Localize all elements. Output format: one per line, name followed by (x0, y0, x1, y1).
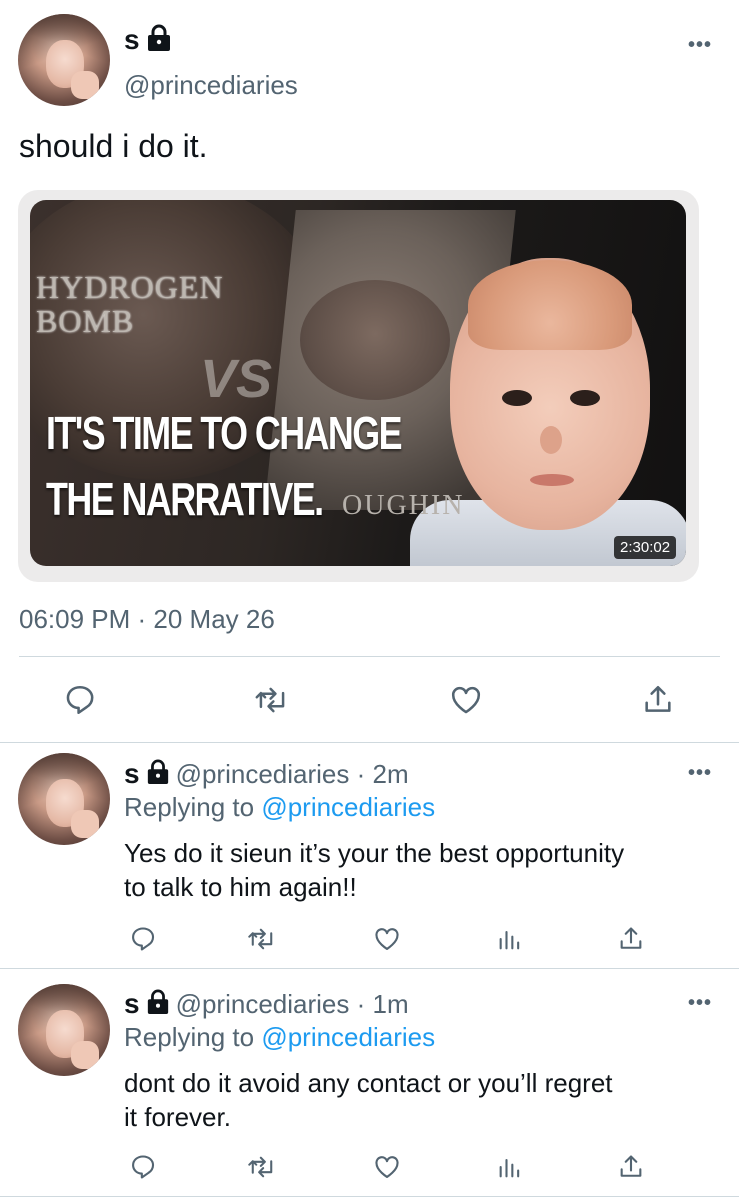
share-icon (620, 1155, 642, 1177)
avatar[interactable] (18, 753, 110, 845)
lock-icon (146, 24, 172, 57)
analytics-icon (499, 1158, 520, 1178)
share-button[interactable] (636, 678, 680, 722)
avatar[interactable] (18, 984, 110, 1076)
retweet-icon (248, 928, 273, 950)
replying-to-label: Replying to (124, 1022, 262, 1052)
display-name[interactable]: s (124, 758, 140, 790)
more-options-icon[interactable]: ••• (688, 34, 712, 57)
hydrogen-bomb-label: HYDROGEN BOMB (36, 269, 224, 339)
share-icon (620, 927, 642, 949)
handle-and-time[interactable]: @princediaries · 2m (176, 759, 409, 790)
display-name-row: s (124, 22, 172, 58)
overlay-line-2: THE NARRATIVE. (46, 473, 324, 525)
baby-face (450, 258, 650, 530)
reply-text: Yes do it sieun it’s your the best oppor… (124, 836, 624, 904)
like-button[interactable] (370, 1150, 404, 1184)
tweet-text: should i do it. (19, 128, 208, 164)
video-duration-badge: 2:30:02 (614, 536, 677, 559)
analytics-icon (499, 930, 520, 950)
media-card[interactable]: HYDROGEN BOMB VS IT'S TIME TO CHANGE THE… (18, 190, 699, 582)
like-button[interactable] (444, 678, 488, 722)
tweet-timestamp[interactable]: 06:09 PM · 20 May 26 (19, 604, 275, 635)
reply-text-line: dont do it avoid any contact or you’ll r… (124, 1068, 613, 1098)
reply-header: s @princediaries · 1m (124, 987, 409, 1021)
replying-to-handle[interactable]: @princediaries (261, 1022, 435, 1052)
reply-button[interactable] (126, 922, 160, 956)
like-icon (375, 1156, 399, 1178)
handle-and-time[interactable]: @princediaries · 1m (176, 989, 409, 1020)
baby-head-grainy (300, 280, 450, 400)
reply-text: dont do it avoid any contact or you’ll r… (124, 1066, 613, 1134)
retweet-icon (255, 687, 285, 713)
reply-text-line: Yes do it sieun it’s your the best oppor… (124, 838, 625, 868)
video-thumbnail[interactable]: HYDROGEN BOMB VS IT'S TIME TO CHANGE THE… (30, 200, 686, 566)
replying-to: Replying to @princediaries (124, 1022, 435, 1053)
reply-text-line: it forever. (124, 1102, 231, 1132)
avatar[interactable] (18, 14, 110, 106)
more-options-icon[interactable]: ••• (688, 762, 712, 785)
retweet-button[interactable] (245, 922, 279, 956)
like-icon (375, 928, 399, 950)
retweet-button[interactable] (245, 1150, 279, 1184)
handle[interactable]: @princediaries (124, 70, 298, 101)
reply-button[interactable] (58, 678, 102, 722)
replying-to-handle[interactable]: @princediaries (261, 792, 435, 822)
divider (19, 656, 720, 657)
share-icon (645, 685, 671, 712)
background-text: OUGHIN (342, 490, 465, 521)
display-name[interactable]: s (124, 24, 140, 56)
overlay-line-1: IT'S TIME TO CHANGE (46, 407, 403, 459)
replying-to-label: Replying to (124, 792, 262, 822)
lock-icon (146, 759, 170, 790)
lock-icon (146, 989, 170, 1020)
vs-label: VS (200, 349, 273, 409)
reply-button[interactable] (126, 1150, 160, 1184)
reply-header: s @princediaries · 2m (124, 757, 409, 791)
divider (0, 968, 739, 969)
analytics-button[interactable] (493, 1150, 527, 1184)
analytics-button[interactable] (493, 922, 527, 956)
divider (0, 1196, 739, 1197)
reply-icon (132, 927, 155, 951)
divider (0, 742, 739, 743)
reply-icon (66, 685, 94, 715)
reply-icon (132, 1155, 155, 1179)
like-button[interactable] (370, 922, 404, 956)
share-button[interactable] (614, 922, 648, 956)
like-icon (451, 686, 481, 714)
retweet-icon (248, 1156, 273, 1178)
share-button[interactable] (614, 1150, 648, 1184)
more-options-icon[interactable]: ••• (688, 992, 712, 1015)
replying-to: Replying to @princediaries (124, 792, 435, 823)
retweet-button[interactable] (250, 678, 294, 722)
reply-text-line: to talk to him again!! (124, 872, 357, 902)
display-name[interactable]: s (124, 988, 140, 1020)
